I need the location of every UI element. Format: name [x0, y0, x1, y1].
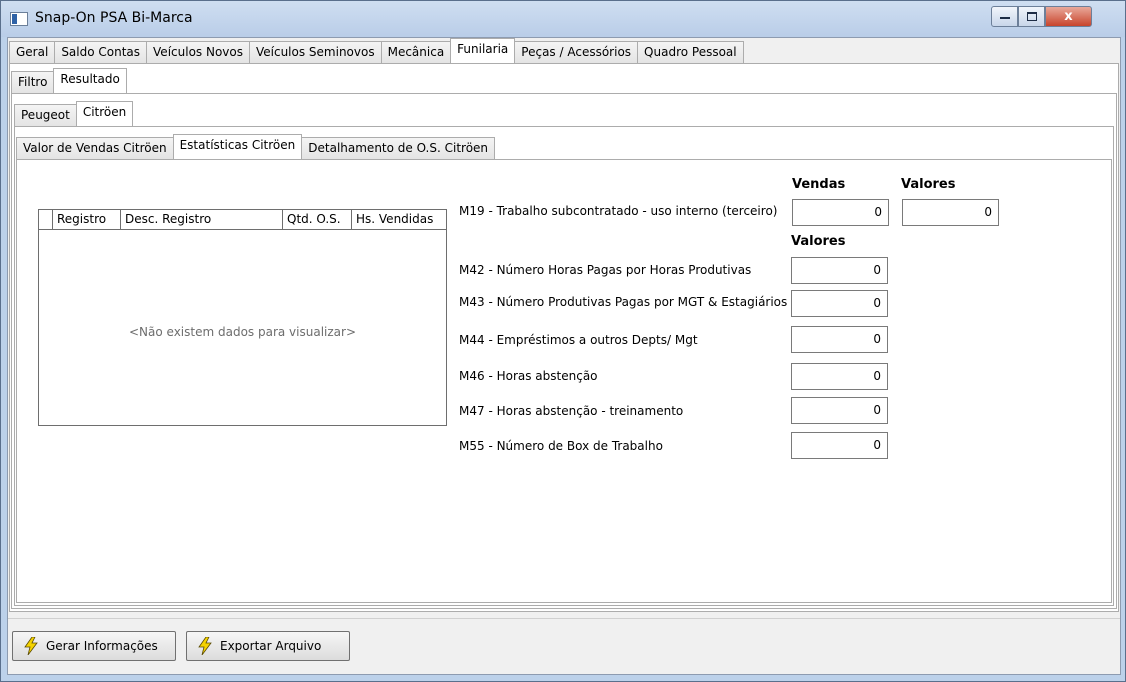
m55-label: M55 - Número de Box de Trabalho — [459, 439, 663, 453]
minimize-button[interactable] — [991, 6, 1018, 27]
m42-field[interactable]: 0 — [791, 257, 888, 284]
col-hs-vendidas[interactable]: Hs. Vendidas — [352, 210, 446, 229]
close-button[interactable]: x — [1045, 6, 1092, 27]
m44-field[interactable]: 0 — [791, 326, 888, 353]
main-tabbar: Geral Saldo Contas Veículos Novos Veícul… — [9, 38, 744, 63]
m46-label: M46 - Horas abstenção — [459, 369, 598, 383]
tab-funilaria[interactable]: Funilaria — [450, 38, 516, 63]
export-file-label: Exportar Arquivo — [220, 639, 322, 653]
grid-row-indicator-header — [39, 210, 53, 229]
header-vendas: Vendas — [792, 177, 846, 192]
m47-label: M47 - Horas abstenção - treinamento — [459, 404, 684, 418]
tab-saldo-contas[interactable]: Saldo Contas — [54, 41, 148, 63]
tab-veiculos-novos[interactable]: Veículos Novos — [146, 41, 250, 63]
m19-vendas-field[interactable]: 0 — [792, 199, 889, 226]
tab-veiculos-seminovos[interactable]: Veículos Seminovos — [248, 41, 382, 63]
title-bar[interactable]: Snap-On PSA Bi-Marca x — [1, 1, 1125, 37]
maximize-button[interactable] — [1018, 6, 1045, 27]
generate-info-label: Gerar Informações — [46, 639, 158, 653]
tab-peugeot[interactable]: Peugeot — [14, 104, 77, 126]
tab-estatisticas-citroen[interactable]: Estatísticas Citröen — [172, 134, 303, 159]
lightning-icon — [24, 637, 38, 655]
m46-field[interactable]: 0 — [791, 363, 888, 390]
tab-pecas-acessorios[interactable]: Peças / Acessórios — [514, 41, 639, 63]
header-valores-secondary: Valores — [791, 234, 846, 249]
bottom-toolbar: Gerar Informações Exportar Arquivo — [8, 618, 1120, 674]
tab-quadro-pessoal[interactable]: Quadro Pessoal — [637, 41, 744, 63]
m19-valores-field[interactable]: 0 — [902, 199, 999, 226]
maximize-icon — [1026, 12, 1037, 21]
app-icon — [10, 12, 28, 26]
result-tabbar: Filtro Resultado — [11, 68, 127, 93]
m47-field[interactable]: 0 — [791, 397, 888, 424]
minimize-icon — [999, 16, 1010, 19]
app-window: Snap-On PSA Bi-Marca x Geral Saldo Conta… — [0, 0, 1126, 682]
lightning-icon — [198, 637, 212, 655]
tab-valor-vendas-citroen[interactable]: Valor de Vendas Citröen — [16, 137, 174, 159]
tab-detalhamento-os-citroen[interactable]: Detalhamento de O.S. Citröen — [301, 137, 496, 159]
export-file-button[interactable]: Exportar Arquivo — [186, 631, 350, 661]
records-grid[interactable]: Registro Desc. Registro Qtd. O.S. Hs. Ve… — [38, 209, 447, 426]
generate-info-button[interactable]: Gerar Informações — [12, 631, 176, 661]
tab-citroen[interactable]: Citröen — [75, 101, 134, 126]
grid-header: Registro Desc. Registro Qtd. O.S. Hs. Ve… — [39, 210, 446, 230]
tab-geral[interactable]: Geral — [9, 41, 56, 63]
grid-empty-message: <Não existem dados para visualizar> — [128, 325, 356, 339]
col-registro[interactable]: Registro — [53, 210, 121, 229]
client-area: Geral Saldo Contas Veículos Novos Veícul… — [7, 37, 1121, 675]
tab-mecanica[interactable]: Mecânica — [380, 41, 452, 63]
header-valores: Valores — [901, 177, 956, 192]
m19-label: M19 - Trabalho subcontratado - uso inter… — [459, 204, 778, 218]
col-qtd-os[interactable]: Qtd. O.S. — [283, 210, 352, 229]
tab-resultado[interactable]: Resultado — [53, 68, 127, 93]
brand-tabbar: Peugeot Citröen — [14, 101, 134, 126]
m44-label: M44 - Empréstimos a outros Depts/ Mgt — [459, 333, 698, 347]
close-icon: x — [1064, 9, 1073, 24]
m43-field[interactable]: 0 — [791, 290, 888, 317]
m42-label: M42 - Número Horas Pagas por Horas Produ… — [459, 263, 752, 277]
m55-field[interactable]: 0 — [791, 432, 888, 459]
tab-filtro[interactable]: Filtro — [11, 71, 55, 93]
window-title: Snap-On PSA Bi-Marca — [35, 10, 193, 26]
col-desc-registro[interactable]: Desc. Registro — [121, 210, 283, 229]
report-tabbar: Valor de Vendas Citröen Estatísticas Cit… — [16, 134, 496, 159]
m43-label: M43 - Número Produtivas Pagas por MGT & … — [459, 295, 788, 309]
